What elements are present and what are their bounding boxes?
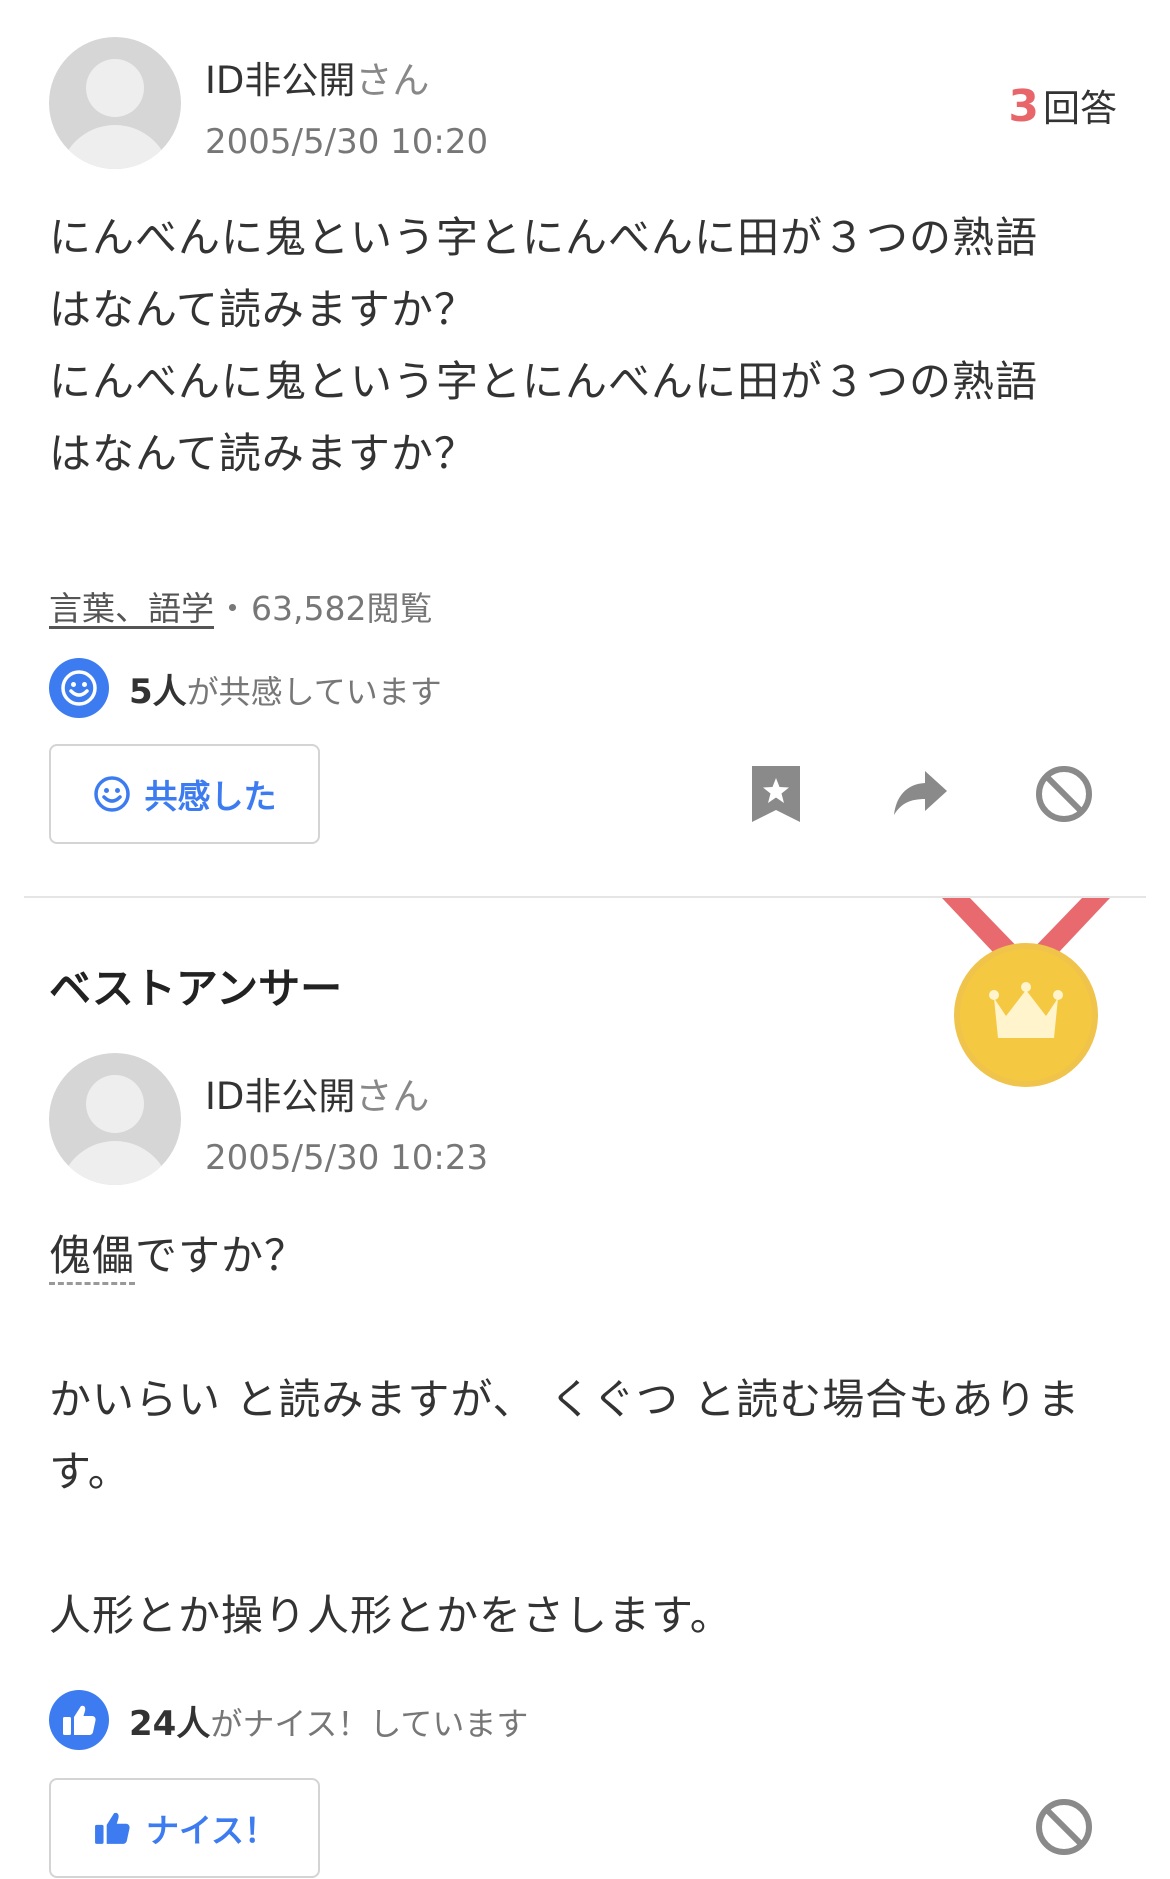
question-avatar[interactable] <box>49 37 181 169</box>
empathy-count: 5人 <box>129 671 187 712</box>
question-meta: 言葉、語学 ・ 63,582閲覧 <box>49 582 432 630</box>
question-line: にんべんに鬼という字とにんべんに田が３つの熟語 <box>49 213 1039 262</box>
block-icon <box>1036 1799 1092 1855</box>
nice-count-row: 24人がナイス！しています <box>49 1690 528 1750</box>
answer-user-name[interactable]: ID非公開さん <box>205 1066 429 1120</box>
answer-body: 傀儡ですか？ かいらい と読みますが、 くぐつ と読む場合もありま す。 人形と… <box>49 1220 1129 1652</box>
view-count: 63,582閲覧 <box>251 589 433 628</box>
answer-line-2: かいらい と読みますが、 くぐつ と読む場合もありま <box>49 1375 1081 1424</box>
meta-separator: ・ <box>216 589 249 628</box>
nice-button[interactable]: ナイス！ <box>49 1778 320 1878</box>
answer-count[interactable]: 3 回答 <box>1008 78 1117 132</box>
question-line: にんべんに鬼という字とにんべんに田が３つの熟語 <box>49 357 1039 406</box>
block-button[interactable] <box>1028 758 1100 830</box>
block-icon <box>1036 766 1092 822</box>
answer-keyword-link[interactable]: 傀儡 <box>49 1231 136 1285</box>
empathy-suffix: が共感しています <box>186 672 442 711</box>
answer-line-1-rest: ですか？ <box>135 1231 308 1280</box>
nice-button-label: ナイス！ <box>145 1811 277 1850</box>
empathy-button-label: 共感した <box>144 777 277 816</box>
answer-line-1: 傀儡ですか？ <box>49 1220 1129 1292</box>
category-link[interactable]: 言葉、語学 <box>49 582 214 630</box>
question-body: にんべんに鬼という字とにんべんに田が３つの熟語 はなんて読みますか？ にんべんに… <box>49 202 1129 490</box>
question-line: はなんて読みますか？ <box>49 429 477 478</box>
answer-block-button[interactable] <box>1028 1791 1100 1863</box>
answer-date: 2005/5/30 10:23 <box>205 1138 489 1178</box>
nice-count: 24人 <box>129 1703 211 1744</box>
bookmark-star-icon <box>752 766 800 822</box>
share-arrow-icon <box>894 771 947 815</box>
smile-icon <box>93 776 130 812</box>
answer-count-number: 3 <box>1008 81 1039 132</box>
thumbs-up-icon <box>49 1690 109 1750</box>
question-user-name[interactable]: ID非公開さん <box>205 50 429 104</box>
user-suffix: さん <box>355 59 430 102</box>
answer-count-label: 回答 <box>1043 87 1117 130</box>
share-button[interactable] <box>884 758 956 830</box>
smile-icon <box>49 658 109 718</box>
question-line: はなんて読みますか？ <box>49 285 477 334</box>
bookmark-button[interactable] <box>740 758 812 830</box>
empathy-button[interactable]: 共感した <box>49 744 320 844</box>
answer-line-3: す。 <box>49 1447 131 1496</box>
question-date: 2005/5/30 10:20 <box>205 122 489 162</box>
user-suffix: さん <box>355 1075 430 1118</box>
user-id-label: ID非公開 <box>205 1075 356 1118</box>
nice-suffix: がナイス！しています <box>210 1704 529 1743</box>
best-answer-title: ベストアンサー <box>49 964 343 1013</box>
thumbs-up-icon <box>95 1812 130 1844</box>
answer-line-4: 人形とか操り人形とかをさします。 <box>49 1591 733 1640</box>
empathy-count-row: 5人が共感しています <box>49 658 442 718</box>
user-id-label: ID非公開 <box>205 59 356 102</box>
answer-avatar[interactable] <box>49 1053 181 1185</box>
medal-crown-icon <box>936 898 1116 1092</box>
